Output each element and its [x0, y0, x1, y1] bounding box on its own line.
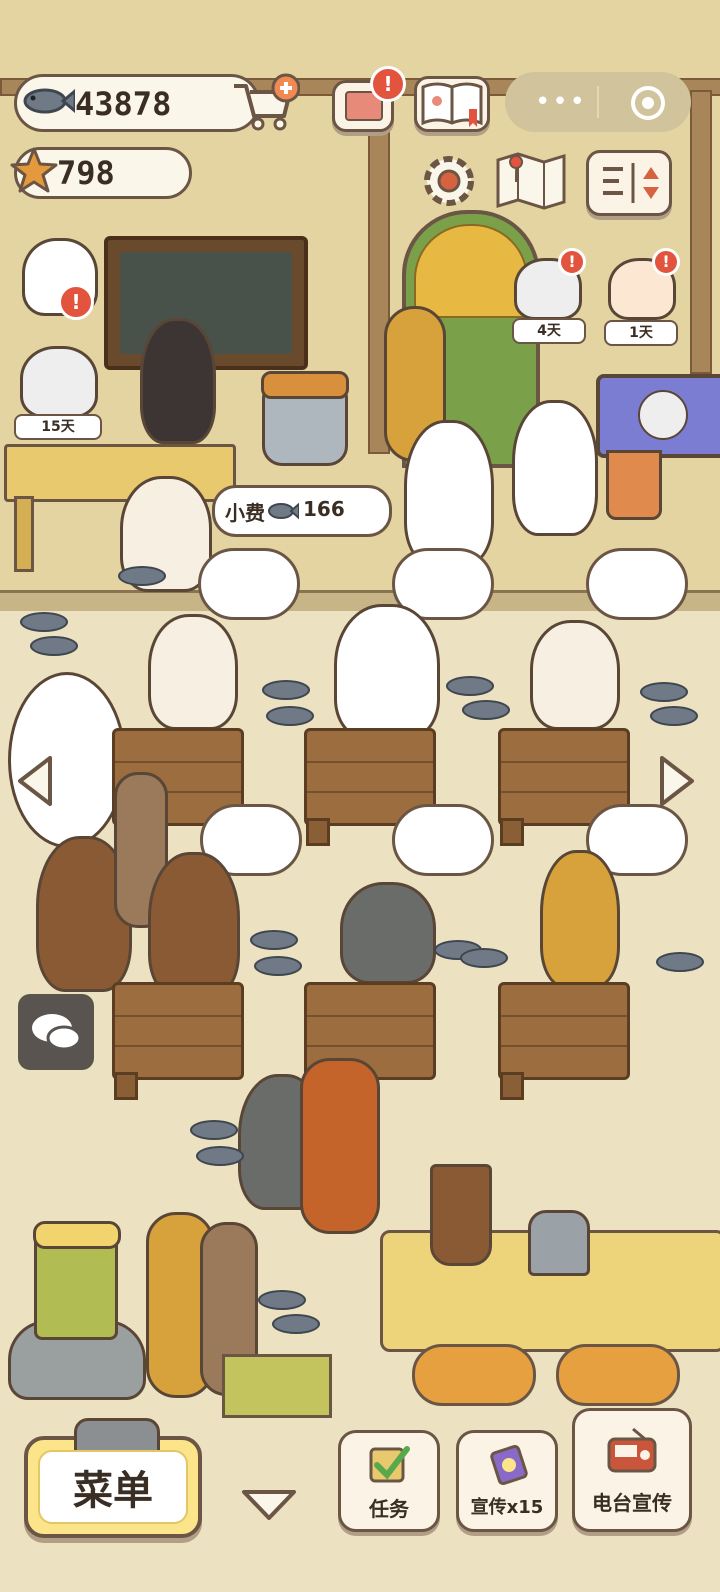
tasks-button[interactable]: 任务 [338, 1430, 440, 1532]
next-area-button[interactable] [656, 754, 698, 808]
table-leg [500, 818, 524, 846]
brown-bear-customer-2[interactable] [148, 852, 240, 998]
table-leg [500, 1072, 524, 1100]
fish-icon [21, 83, 77, 119]
polar-bear-customer[interactable] [334, 604, 440, 740]
table-6[interactable] [498, 982, 630, 1080]
tip-label: 小费 [225, 501, 265, 525]
fish-jar[interactable] [261, 371, 349, 466]
menu-button[interactable]: 菜单 [24, 1418, 202, 1538]
chat-icon [18, 1014, 94, 1074]
fish-tip-pile[interactable] [446, 676, 494, 696]
tip-amount: 166 [303, 497, 345, 521]
menu-label: 菜单 [73, 1468, 153, 1514]
corgi-seated-1[interactable] [148, 614, 238, 730]
order-bubble-onigiri[interactable] [392, 804, 494, 876]
fish-tip-pile[interactable] [460, 948, 508, 968]
fish-tip-pile[interactable] [272, 1314, 320, 1334]
settings-button[interactable] [418, 150, 480, 212]
green-mat [222, 1354, 332, 1418]
book-button[interactable] [414, 76, 490, 132]
fish-tip-pile[interactable] [190, 1120, 238, 1140]
corgi-seated-2[interactable] [530, 620, 620, 730]
chevron-left-icon [14, 756, 56, 812]
fish-tip-pile[interactable] [640, 682, 688, 702]
cat-timer-left: 15天 [14, 414, 102, 440]
table-leg [114, 1072, 138, 1100]
tv-screen[interactable] [596, 374, 720, 458]
gear-icon [418, 156, 480, 216]
cat-timer-right-1: 4天 [512, 318, 586, 344]
layout-button[interactable] [586, 150, 672, 216]
deer-customer[interactable] [300, 1058, 380, 1234]
mouse-customer[interactable] [340, 882, 436, 984]
mail-alert-badge: ! [370, 66, 406, 102]
orange-alert-badge: ! [652, 248, 680, 276]
shelf-leg [14, 496, 34, 572]
table-4[interactable] [112, 982, 244, 1080]
book-icon [417, 82, 487, 133]
fish-tip-pile[interactable] [196, 1146, 244, 1166]
fish-tip-pile[interactable] [118, 566, 166, 586]
cockatoo-guitarist[interactable] [512, 400, 598, 536]
tip-bubble[interactable]: 小费 166 [212, 485, 392, 537]
fish-tip-pile[interactable] [462, 700, 510, 720]
radio-icon [605, 1425, 659, 1480]
fish-tip-pile[interactable] [254, 956, 302, 976]
star-currency: 798 [10, 147, 192, 199]
promo-card-icon [487, 1443, 531, 1492]
order-bubble-cocoa[interactable] [586, 548, 688, 620]
chat-button[interactable] [18, 994, 94, 1070]
fish-tip-pile[interactable] [250, 930, 298, 950]
target-circle-icon[interactable] [631, 86, 665, 120]
cushion-seat [556, 1344, 680, 1406]
chevron-down-icon [240, 1490, 298, 1526]
clipboard-clip [74, 1418, 160, 1454]
fish-tip-pile[interactable] [650, 706, 698, 726]
resident-cat-gray[interactable] [20, 346, 98, 418]
miniprogram-capsule: ••• [505, 72, 691, 132]
collapse-button[interactable] [240, 1486, 298, 1522]
fish-currency: 43878 [14, 74, 260, 132]
map-button[interactable] [494, 150, 568, 212]
tabby-alert-badge: ! [558, 248, 586, 276]
black-cat-waiter[interactable] [140, 318, 216, 444]
plant-pot [606, 450, 662, 520]
radio-promo-label: 电台宣传 [592, 1491, 672, 1515]
fish-tip-pile[interactable] [656, 952, 704, 972]
fish-tip-pile[interactable] [262, 680, 310, 700]
cat-timer-right-2: 1天 [604, 320, 678, 346]
radio-promo-button[interactable]: 电台宣传 [572, 1408, 692, 1532]
tasks-label: 任务 [369, 1497, 409, 1521]
bamboo-steamer[interactable] [33, 1221, 121, 1340]
layout-sort-icon [589, 163, 669, 217]
wall-post-right [690, 90, 712, 374]
hyena-seated[interactable] [540, 850, 620, 988]
checkbox-icon [367, 1443, 411, 1492]
promo-button[interactable]: 宣传x15 [456, 1430, 558, 1532]
order-bubble-mochi-1[interactable] [198, 548, 300, 620]
cart-plus-icon [230, 73, 301, 136]
coffee-kettle[interactable] [528, 1210, 590, 1276]
star-icon [9, 146, 59, 200]
fish-tip-pile[interactable] [20, 612, 68, 632]
fish-count: 43878 [75, 85, 172, 123]
badger-customer[interactable] [404, 420, 494, 566]
fish-tip-pile[interactable] [30, 636, 78, 656]
fish-icon [267, 500, 300, 526]
table-leg [306, 818, 330, 846]
fish-tip-pile[interactable] [266, 706, 314, 726]
promo-label: 宣传x15 [470, 1497, 544, 1518]
capsule-divider [597, 86, 599, 118]
map-icon [494, 152, 568, 216]
star-count: 798 [57, 154, 115, 192]
more-dots-icon[interactable]: ••• [535, 89, 587, 115]
prev-area-button[interactable] [14, 754, 56, 808]
cushion-seat [412, 1344, 536, 1406]
fish-tip-pile[interactable] [258, 1290, 306, 1310]
chemex-coffee-maker[interactable] [430, 1164, 492, 1266]
shop-cart-button[interactable] [230, 72, 301, 132]
cat-alert-badge: ! [58, 284, 94, 320]
